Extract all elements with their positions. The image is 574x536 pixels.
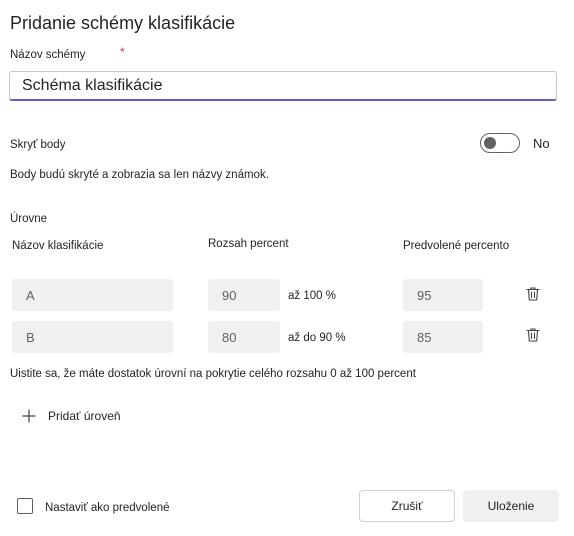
dialog-title: Pridanie schémy klasifikácie [10,13,236,33]
range-max-text: až 100 % [288,290,336,302]
set-default-checkbox[interactable] [17,498,33,514]
levels-section-label: Úrovne [10,213,48,225]
add-level-button[interactable]: Pridať úroveň [22,409,121,423]
coverage-note: Uistite sa, že máte dostatok úrovní na p… [10,368,416,380]
header-grade-name: Názov klasifikácie [12,240,104,252]
header-percent-range: Rozsah percent [208,238,289,250]
default-percent-input[interactable] [403,279,483,311]
default-percent-input[interactable] [403,321,483,353]
hide-points-label: Skryť body [10,139,66,151]
header-default-percent: Predvolené percento [403,240,510,252]
required-asterisk: * [120,45,125,59]
hide-points-toggle[interactable] [480,133,520,153]
delete-level-button[interactable] [525,286,541,302]
scheme-name-label: Názov schémy [10,49,86,61]
delete-level-button[interactable] [525,327,541,343]
trash-icon [526,328,540,342]
range-max-text: až do 90 % [288,332,346,344]
trash-icon [526,287,540,301]
add-level-label: Pridať úroveň [48,409,121,423]
plus-icon [22,409,36,423]
scheme-name-input[interactable] [9,71,557,101]
level-name-input[interactable] [12,321,173,353]
cancel-button[interactable]: Zrušiť [359,490,455,522]
toggle-state-text: No [533,136,550,151]
hide-points-description: Body budú skryté a zobrazia sa len názvy… [10,169,269,181]
save-button[interactable]: Uloženie [463,490,559,522]
range-min-input[interactable] [208,279,280,311]
set-default-label: Nastaviť ako predvolené [45,502,170,514]
range-min-input[interactable] [208,321,280,353]
level-name-input[interactable] [12,279,173,311]
toggle-knob [484,137,496,149]
